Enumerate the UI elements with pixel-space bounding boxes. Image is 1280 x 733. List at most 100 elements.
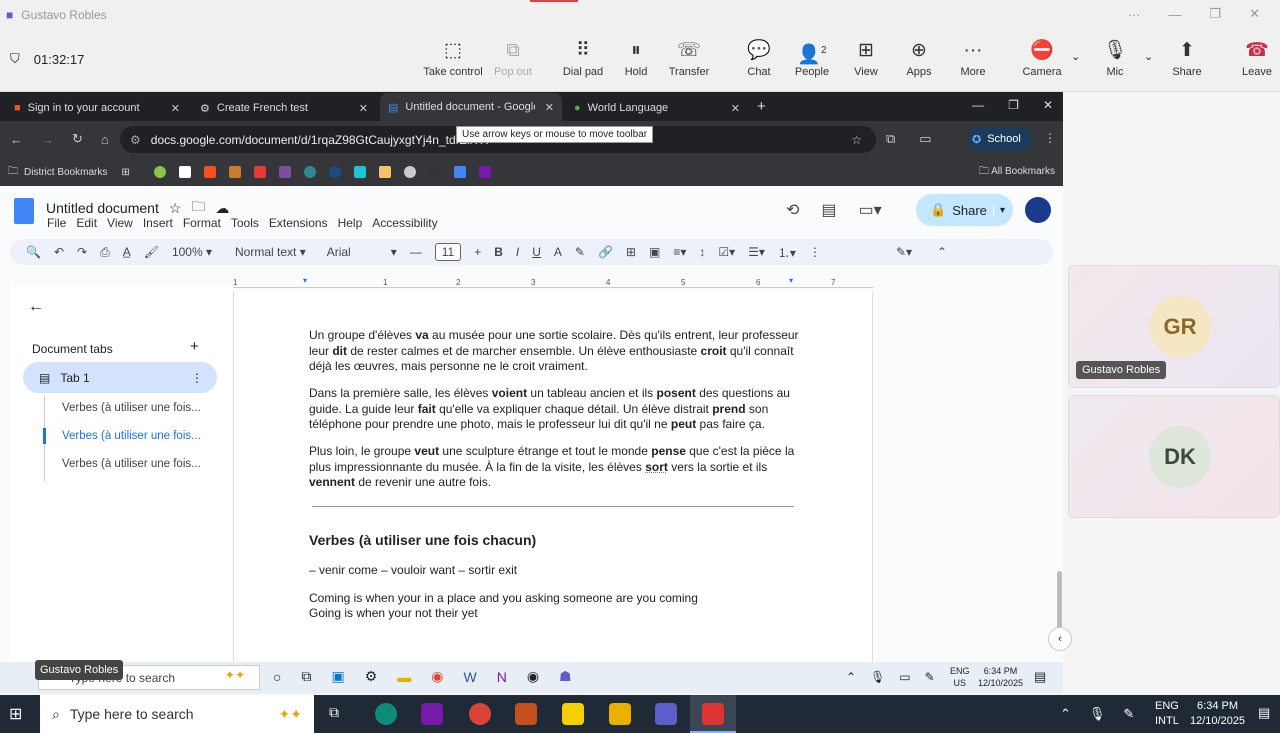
language-indicator[interactable]: ENG INTL [1155,699,1179,729]
pop-out-button[interactable]: ⧉ Pop out [478,40,548,78]
share-dropdown-icon[interactable]: ▾ [992,204,1005,216]
bookmark-icon[interactable] [303,166,316,178]
menu-edit[interactable]: Edit [76,216,97,230]
language-indicator[interactable]: ENG US [950,665,970,689]
home-icon[interactable]: ⌂ [101,132,109,147]
onenote-icon[interactable]: N [497,669,507,685]
bookmark-icon[interactable] [403,166,416,178]
undo-icon[interactable]: ↶ [54,245,64,259]
bookmark-icon[interactable] [378,166,391,178]
version-history-icon[interactable]: ⟲ [786,200,799,220]
outline-item-active[interactable]: Verbes (à utiliser une fois... [62,430,201,442]
bookmark-icon[interactable] [353,166,366,178]
cortana-icon[interactable]: ○ [273,669,281,685]
minimize-button[interactable]: — [1168,7,1181,22]
clock[interactable]: 6:34 PM 12/10/2025 [978,665,1023,689]
document-title[interactable]: Untitled document [46,200,159,216]
share-button[interactable]: 🔒 Share ▾ [916,194,1013,226]
extensions-icon[interactable]: ⧉ [886,131,895,147]
star-icon[interactable]: ☆ [169,200,182,217]
search-box[interactable]: ⌕ Type here to search ✦✦ [40,695,314,733]
minimize-button[interactable]: — [972,98,984,112]
paint-format-icon[interactable]: 🖌 [144,245,159,259]
italic-icon[interactable]: I [516,245,519,259]
bookmark-icon[interactable] [228,166,241,178]
show-hidden-icon[interactable]: ⌃ [846,670,856,684]
increase-font-size[interactable]: + [474,245,481,259]
sticky-notes-icon[interactable] [562,703,584,725]
bookmark-icon[interactable] [203,166,216,178]
participant-tile-dk[interactable]: DK [1068,395,1280,518]
outline-item[interactable]: Verbes (à utiliser une fois... [62,402,201,414]
highlight-icon[interactable]: ✎ [575,245,585,259]
search-menus-icon[interactable]: 🔍 [26,245,41,259]
leave-button[interactable]: ☎ Leave [1222,40,1280,78]
comments-icon[interactable]: ▤ [821,200,836,220]
more-icon[interactable]: ⋮ [809,245,821,259]
menu-format[interactable]: Format [183,216,221,230]
clock[interactable]: 6:34 PM 12/10/2025 [1190,699,1245,729]
restore-button[interactable]: ❐ [1008,98,1019,112]
back-arrow-icon[interactable]: ← [28,298,44,316]
font-select[interactable]: Arial ▾ [327,245,397,259]
bookmark-icon[interactable] [253,166,266,178]
bookmarks-folder[interactable]: District Bookmarks [24,167,107,178]
numbered-list-icon[interactable]: ⒈▾ [778,244,796,261]
menu-help[interactable]: Help [338,216,363,230]
chrome-icon[interactable] [469,703,491,725]
spellcheck-icon[interactable]: A̲ [123,245,131,259]
close-tab-icon[interactable]: ✕ [545,101,554,114]
menu-file[interactable]: File [47,216,66,230]
pen-icon[interactable]: ✎ [925,670,935,684]
menu-insert[interactable]: Insert [143,216,173,230]
active-app[interactable] [690,695,736,733]
teams-icon[interactable]: ☗ [559,668,572,685]
tab-1[interactable]: ▤ Tab 1 ⋮ [23,362,217,393]
image-icon[interactable]: ▣ [649,245,660,259]
store-icon[interactable]: ▣ [331,668,344,685]
zoom-select[interactable]: 100% ▾ [172,245,212,259]
forward-icon[interactable]: → [41,132,54,147]
bookmark-icon[interactable] [328,166,341,178]
mic-button[interactable]: 🎙 Mic [1080,40,1150,78]
bookmark-icon[interactable] [478,166,491,178]
transfer-button[interactable]: ☏ Transfer [654,40,724,78]
collapse-toolbar-icon[interactable]: ⌃ [937,245,947,259]
pen-icon[interactable]: ✎ [1123,706,1134,722]
show-hidden-icon[interactable]: ⌃ [1060,706,1071,722]
close-tab-icon[interactable]: ✕ [359,102,368,115]
checklist-icon[interactable]: ☑▾ [718,245,735,259]
meet-icon[interactable]: ▭▾ [859,200,882,220]
restore-button[interactable]: ❐ [1209,6,1221,22]
more-icon[interactable]: ··· [1127,7,1140,22]
add-comment-icon[interactable]: ⊞ [626,245,636,259]
edge-icon[interactable] [375,703,397,725]
tab-world-language[interactable]: ● World Language ✕ [566,96,748,120]
menu-extensions[interactable]: Extensions [269,216,328,230]
site-info-icon[interactable]: ⚙ [130,133,141,147]
participant-tile-gr[interactable]: GR Gustavo Robles [1068,265,1280,388]
new-tab-button[interactable]: + [757,98,766,115]
reload-icon[interactable]: ↻ [72,131,83,147]
add-tab-icon[interactable]: + [190,338,199,355]
close-button[interactable]: ✕ [1249,6,1260,22]
redo-icon[interactable]: ↷ [77,245,87,259]
menu-tools[interactable]: Tools [231,216,259,230]
tab-sign-in[interactable]: ■ Sign in to your account ✕ [6,96,188,120]
style-select[interactable]: Normal text ▾ [235,245,306,259]
notifications-icon[interactable]: ▤ [1258,705,1270,721]
close-tab-icon[interactable]: ✕ [731,102,740,115]
print-icon[interactable]: ⎙ [100,245,110,260]
tab-google-docs[interactable]: ▤Untitled document - Google Docs✕ [380,93,562,121]
font-size-input[interactable]: 11 [434,243,462,261]
collapse-panel-button[interactable]: ‹ [1048,627,1072,651]
camera-button[interactable]: ⛔ Camera [1007,40,1077,78]
bookmark-icon[interactable] [453,166,466,178]
task-view-icon[interactable]: ⧉ [329,704,339,721]
task-view-icon[interactable]: ⧉ [301,668,311,685]
file-explorer-icon[interactable] [609,703,631,725]
bookmark-icon[interactable] [428,166,441,178]
back-icon[interactable]: ← [10,132,23,147]
menu-icon[interactable]: ⋮ [1044,131,1056,145]
bookmark-icon[interactable] [178,166,191,178]
